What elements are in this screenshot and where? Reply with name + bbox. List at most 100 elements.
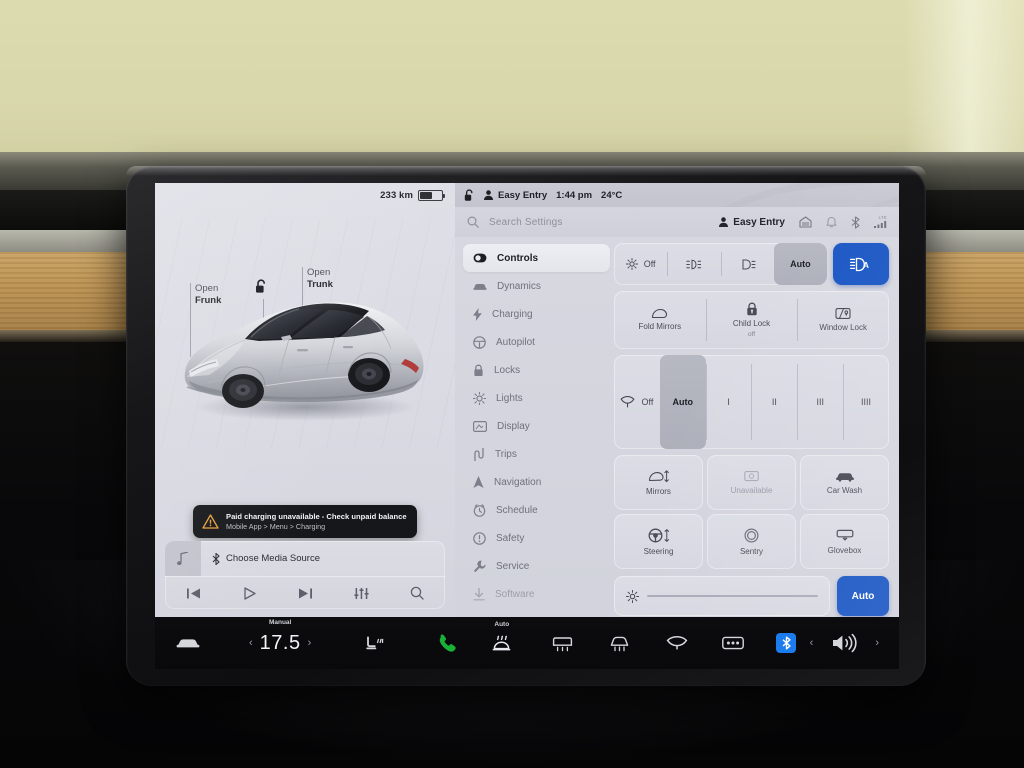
brightness-auto-button[interactable]: Auto xyxy=(837,576,889,616)
wipers-speed-2-label: II xyxy=(771,397,777,407)
rear-defrost-icon-2 xyxy=(610,636,629,651)
wiper-button[interactable] xyxy=(666,636,688,650)
driver-profile-label: Easy Entry xyxy=(498,189,548,201)
lights-off-button[interactable]: Off xyxy=(614,243,667,285)
speaker-volume-icon[interactable] xyxy=(831,633,857,653)
sun-brightness-icon xyxy=(473,391,486,405)
lights-auto-button[interactable]: Auto xyxy=(773,243,827,285)
sidebar-label: Dynamics xyxy=(497,280,541,292)
sidebar-item-safety[interactable]: Safety xyxy=(463,524,610,552)
media-search-button[interactable] xyxy=(400,580,434,606)
toggle-switch-icon xyxy=(473,253,487,263)
next-track-button[interactable] xyxy=(288,580,322,606)
auto-high-beam-button[interactable]: A xyxy=(833,243,889,285)
sidebar-item-display[interactable]: Display xyxy=(463,412,610,440)
temp-increase-button[interactable]: › xyxy=(308,637,312,649)
alert-toast[interactable]: Paid charging unavailable - Check unpaid… xyxy=(193,505,417,538)
driver-profile-indicator[interactable]: Easy Entry xyxy=(484,190,547,201)
bluetooth-icon[interactable] xyxy=(851,215,860,229)
brightness-track[interactable] xyxy=(647,595,818,597)
bluetooth-toggle-button[interactable] xyxy=(776,633,797,653)
music-note-icon xyxy=(177,551,189,565)
driver-temperature-control[interactable]: Manual ‹ 17.5 › xyxy=(249,619,312,655)
equalizer-button[interactable] xyxy=(344,580,378,606)
wipers-speed-1-button[interactable]: I xyxy=(705,355,752,449)
sidebar-label: Lights xyxy=(496,392,523,404)
sidebar-label: Display xyxy=(497,420,530,432)
lights-auto-label: Auto xyxy=(790,259,811,269)
phone-button[interactable] xyxy=(436,633,457,654)
mirror-lock-tiles[interactable]: Fold Mirrors Child Lock off Window Lock xyxy=(614,291,889,349)
sidebar-item-locks[interactable]: Locks xyxy=(463,356,610,384)
vehicle-overview-button[interactable] xyxy=(175,637,201,650)
previous-track-button[interactable] xyxy=(176,580,210,606)
fold-mirrors-button[interactable]: Fold Mirrors xyxy=(614,291,706,349)
wipers-speed-2-button[interactable]: II xyxy=(751,355,797,449)
glovebox-button[interactable]: Glovebox xyxy=(800,514,889,569)
auto-defrost-button[interactable]: Auto xyxy=(491,621,512,652)
sidebar-item-controls[interactable]: Controls xyxy=(463,244,610,272)
more-options-button[interactable] xyxy=(722,635,745,651)
brightness-slider[interactable] xyxy=(614,576,830,616)
wipers-auto-button[interactable]: Auto xyxy=(659,355,706,449)
steering-adjust-button[interactable]: Steering xyxy=(614,514,703,569)
bell-icon[interactable] xyxy=(826,216,837,228)
wipers-off-button[interactable]: Off xyxy=(614,355,660,449)
sidebar-item-trips[interactable]: Trips xyxy=(463,440,610,468)
sidebar-item-charging[interactable]: Charging xyxy=(463,300,610,328)
sidebar-item-service[interactable]: Service xyxy=(463,552,610,580)
wiper-speed-control[interactable]: Off Auto I II III IIII xyxy=(614,355,889,449)
window-lock-label: Window Lock xyxy=(819,323,867,333)
search-input-placeholder[interactable]: Search Settings xyxy=(489,217,563,228)
map-background-ghost xyxy=(723,183,899,207)
steering-wheel-icon xyxy=(473,335,486,349)
play-button[interactable] xyxy=(232,580,266,606)
temp-decrease-button[interactable]: ‹ xyxy=(249,637,253,649)
climate-bar[interactable]: Manual ‹ 17.5 › Auto ‹ › xyxy=(155,617,899,669)
child-lock-button[interactable]: Child Lock off xyxy=(705,291,798,349)
sidebar-item-autopilot[interactable]: Autopilot xyxy=(463,328,610,356)
settings-search-bar[interactable]: Search Settings Easy Entry LTE xyxy=(455,207,899,237)
person-icon xyxy=(484,190,493,200)
parking-lights-button[interactable] xyxy=(667,243,720,285)
volume-decrease-button[interactable]: ‹ xyxy=(810,637,814,649)
clock-time: 1:44 pm xyxy=(556,189,593,201)
sentry-mode-button[interactable]: Sentry xyxy=(707,514,796,569)
rear-defrost-button-1[interactable] xyxy=(552,635,573,652)
unlocked-padlock-icon[interactable] xyxy=(464,188,475,202)
rear-defrost-button-2[interactable] xyxy=(609,635,630,652)
wipers-speed-4-label: IIII xyxy=(861,397,872,407)
settings-sidebar[interactable]: Controls Dynamics Charging Autopilot Loc… xyxy=(455,237,610,617)
mirrors-adjust-button[interactable]: Mirrors xyxy=(614,455,703,510)
sentry-mode-icon xyxy=(744,527,759,543)
volume-increase-button[interactable]: › xyxy=(875,637,879,649)
lights-segmented-control[interactable]: Off Auto xyxy=(614,243,827,285)
sidebar-item-dynamics[interactable]: Dynamics xyxy=(463,272,610,300)
volume-control[interactable]: ‹ › xyxy=(810,633,879,653)
sidebar-item-schedule[interactable]: Schedule xyxy=(463,496,610,524)
heated-seat-button[interactable] xyxy=(365,635,384,652)
car-wash-button[interactable]: Car Wash xyxy=(800,455,889,510)
child-lock-state: off xyxy=(747,330,756,338)
media-player-bar[interactable]: Choose Media Source xyxy=(165,541,445,609)
wipers-speed-3-button[interactable]: III xyxy=(797,355,843,449)
mirror-icon xyxy=(652,309,668,319)
rear-defrost-icon-1 xyxy=(553,636,573,651)
wipers-speed-4-button[interactable]: IIII xyxy=(843,355,889,449)
vehicle-feature-grid: Mirrors Unavailable Car Wash Steering Se… xyxy=(614,455,889,569)
tesla-touchscreen[interactable]: 233 km Open Frunk Open Trunk Paid chargi… xyxy=(155,183,899,617)
choose-media-source-button[interactable]: Choose Media Source xyxy=(201,552,320,565)
headlights-button[interactable] xyxy=(720,243,774,285)
sidebar-item-navigation[interactable]: Navigation xyxy=(463,468,610,496)
child-lock-icon xyxy=(746,302,757,315)
window-lock-button[interactable]: Window Lock xyxy=(797,291,889,349)
brightness-row: Auto xyxy=(614,575,889,617)
alert-subtitle: Mobile App > Menu > Charging xyxy=(226,522,326,532)
steering-label: Steering xyxy=(643,546,674,556)
media-artwork-thumbnail[interactable] xyxy=(165,541,201,576)
profile-chip[interactable]: Easy Entry xyxy=(719,217,785,228)
garage-door-icon[interactable] xyxy=(799,216,812,228)
parking-lights-icon xyxy=(686,259,701,269)
sidebar-item-lights[interactable]: Lights xyxy=(463,384,610,412)
padlock-icon xyxy=(474,364,483,376)
